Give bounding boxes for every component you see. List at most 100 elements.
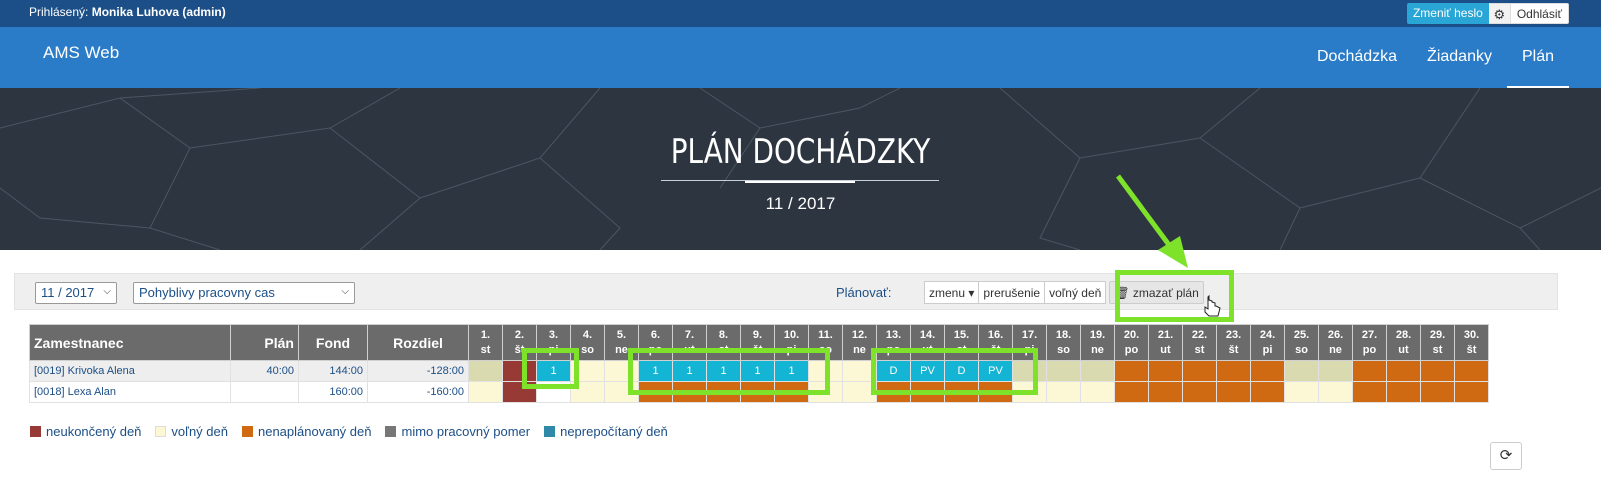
month-select[interactable]: 11 / 2017 ⌵ — [35, 282, 117, 304]
col-employee[interactable]: Zamestnanec — [29, 324, 231, 361]
day-cell[interactable] — [1114, 381, 1149, 403]
col-day[interactable]: 20. po — [1114, 324, 1149, 361]
legend: neukončený deň voľný deň nenaplánovaný deň… — [30, 424, 682, 439]
legend-label: mimo pracovný pomer — [401, 424, 531, 439]
day-cell[interactable] — [1420, 381, 1455, 403]
day-cell[interactable] — [1284, 381, 1319, 403]
col-plan[interactable]: Plán — [230, 324, 299, 361]
day-weekday: po — [1362, 343, 1377, 356]
employee-name-link[interactable]: [0018] Lexa Alan — [29, 381, 231, 403]
day-number: 2. — [514, 328, 525, 341]
col-day[interactable]: 1. st — [468, 324, 503, 361]
nav-requests[interactable]: Žiadanky — [1412, 27, 1507, 88]
day-number: 8. — [718, 328, 729, 341]
page-title: PLÁN DOCHÁDZKY — [670, 132, 931, 172]
nav-links: Dochádzka Žiadanky Plán — [1302, 27, 1601, 88]
chevron-down-icon: ⌵ — [103, 286, 111, 297]
annotation-box-days13-16 — [871, 348, 1038, 395]
logout-button[interactable]: Odhlásiť — [1510, 3, 1569, 24]
filter-bar: 11 / 2017 ⌵ Pohyblivy pracovny cas ⌵ Plá… — [14, 273, 1558, 310]
day-cell[interactable] — [1216, 360, 1251, 382]
day-cell[interactable] — [468, 381, 503, 403]
day-number: 12. — [851, 328, 868, 341]
legend-item: neukončený deň — [30, 424, 141, 439]
plan-hours — [230, 381, 299, 403]
legend-swatch — [30, 426, 41, 437]
plan-hours: 40:00 — [230, 360, 299, 382]
day-cell[interactable] — [1352, 360, 1387, 382]
day-cell[interactable] — [1386, 360, 1421, 382]
settings-button[interactable]: ⚙ — [1488, 3, 1511, 24]
col-day[interactable]: 28. ut — [1386, 324, 1421, 361]
day-weekday: st — [1432, 343, 1443, 356]
col-day[interactable]: 22. st — [1182, 324, 1217, 361]
col-day[interactable]: 24. pi — [1250, 324, 1285, 361]
employee-name-link[interactable]: [0019] Krivoka Alena — [29, 360, 231, 382]
plan-shift-label: zmenu — [929, 286, 966, 300]
refresh-button[interactable]: ⟳ — [1490, 442, 1522, 470]
col-day[interactable]: 25. so — [1284, 324, 1319, 361]
day-cell[interactable] — [1216, 381, 1251, 403]
day-cell[interactable] — [1318, 381, 1353, 403]
nav-attendance[interactable]: Dochádzka — [1302, 27, 1412, 88]
day-weekday: ne — [1091, 343, 1104, 356]
plan-dayoff-button[interactable]: voľný deň — [1044, 281, 1107, 304]
day-cell[interactable] — [1420, 360, 1455, 382]
day-number: 19. — [1089, 328, 1106, 341]
legend-item: nenaplánovaný deň — [241, 424, 371, 439]
col-day[interactable]: 29. st — [1420, 324, 1455, 361]
day-cell[interactable] — [1318, 360, 1353, 382]
col-day[interactable]: 27. po — [1352, 324, 1387, 361]
worktime-select-value: Pohyblivy pracovny cas — [139, 285, 275, 300]
day-cell[interactable] — [468, 360, 503, 382]
worktime-select[interactable]: Pohyblivy pracovny cas ⌵ — [133, 282, 355, 304]
day-weekday: so — [1295, 343, 1308, 356]
day-cell[interactable] — [1386, 381, 1421, 403]
day-cell[interactable] — [1182, 381, 1217, 403]
day-cell[interactable] — [1454, 381, 1489, 403]
col-day[interactable]: 26. ne — [1318, 324, 1353, 361]
legend-label: voľný deň — [171, 424, 228, 439]
day-number: 21. — [1157, 328, 1174, 341]
nav-plan[interactable]: Plán — [1506, 27, 1569, 88]
legend-item: neprepočítaný deň — [544, 424, 668, 439]
hero-banner: PLÁN DOCHÁDZKY 11 / 2017 — [0, 88, 1601, 250]
day-cell[interactable] — [1250, 360, 1285, 382]
day-cell[interactable] — [1284, 360, 1319, 382]
brand[interactable]: AMS Web — [43, 43, 119, 63]
col-fund[interactable]: Fond — [298, 324, 368, 361]
plan-shift-dropdown[interactable]: zmenu ▾ — [924, 281, 980, 304]
day-cell[interactable] — [1148, 360, 1183, 382]
day-weekday: pi — [1262, 343, 1273, 356]
annotation-box-delete-plan — [1115, 270, 1234, 322]
day-number: 6. — [650, 328, 661, 341]
day-number: 17. — [1021, 328, 1038, 341]
day-cell[interactable] — [1080, 360, 1115, 382]
legend-label: neukončený deň — [46, 424, 142, 439]
day-cell[interactable] — [1250, 381, 1285, 403]
col-day[interactable]: 18. so — [1046, 324, 1081, 361]
day-cell[interactable] — [1046, 381, 1081, 403]
col-day[interactable]: 30. št — [1454, 324, 1489, 361]
col-day[interactable]: 19. ne — [1080, 324, 1115, 361]
navbar: AMS Web Dochádzka Žiadanky Plán — [0, 27, 1601, 88]
day-cell[interactable] — [1080, 381, 1115, 403]
change-password-button[interactable]: Zmeniť heslo — [1406, 3, 1489, 24]
day-cell[interactable] — [1182, 360, 1217, 382]
col-day[interactable]: 23. št — [1216, 324, 1251, 361]
day-cell[interactable] — [1148, 381, 1183, 403]
col-day[interactable]: 21. ut — [1148, 324, 1183, 361]
period-subtitle: 11 / 2017 — [765, 194, 836, 213]
day-cell[interactable] — [1046, 360, 1081, 382]
day-weekday: ut — [1398, 343, 1409, 356]
day-cell[interactable] — [1114, 360, 1149, 382]
day-number: 25. — [1293, 328, 1310, 341]
day-number: 7. — [684, 328, 695, 341]
day-number: 24. — [1259, 328, 1276, 341]
day-cell[interactable] — [1352, 381, 1387, 403]
legend-swatch — [241, 426, 253, 437]
diff-hours: -160:00 — [367, 381, 469, 403]
col-diff[interactable]: Rozdiel — [367, 324, 469, 361]
plan-break-button[interactable]: prerušenie — [978, 281, 1046, 304]
day-cell[interactable] — [1454, 360, 1489, 382]
